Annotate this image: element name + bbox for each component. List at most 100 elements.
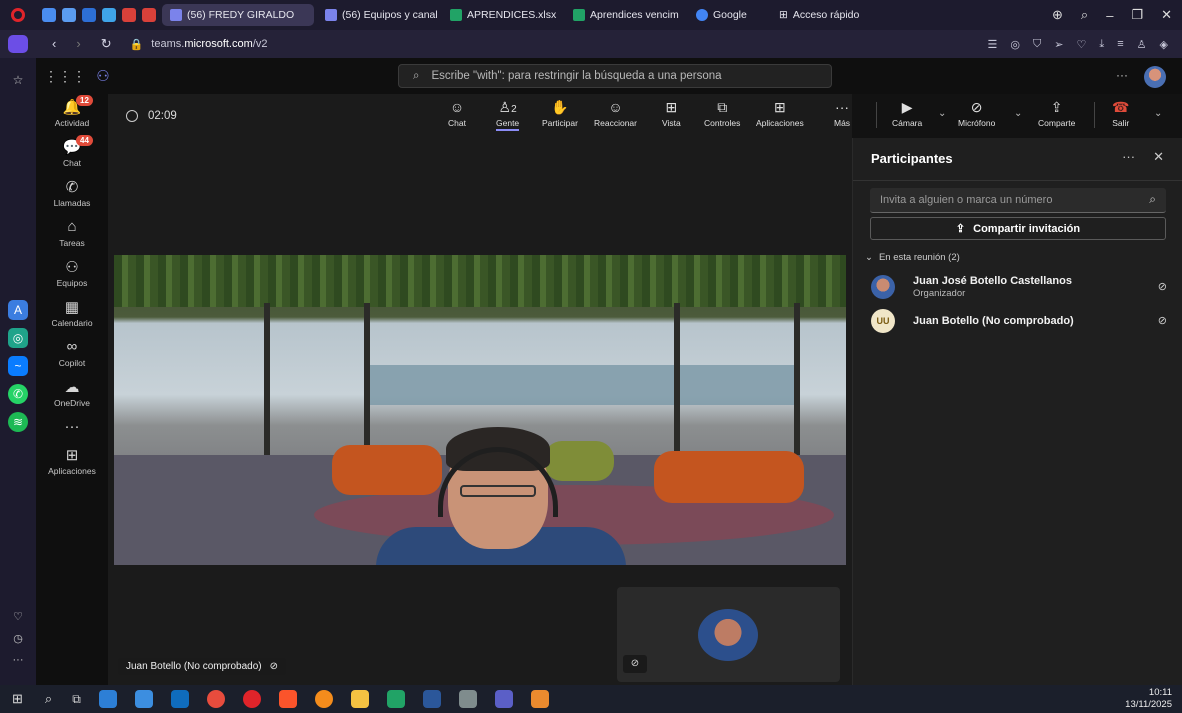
browser-tab[interactable]: (56) Equipos y canal bbox=[317, 4, 439, 26]
spotify-icon[interactable]: ≋ bbox=[8, 412, 28, 432]
share-invite-button[interactable]: ⇪ Compartir invitación bbox=[870, 217, 1166, 240]
account-icon[interactable]: ♙ bbox=[1137, 38, 1147, 51]
new-tab-icon[interactable]: ⊕ bbox=[1052, 7, 1063, 23]
apps-button[interactable]: ⊞ Aplicaciones bbox=[756, 99, 804, 128]
rail-item-calls[interactable]: ✆ Llamadas bbox=[36, 178, 108, 208]
url-field[interactable]: 🔒 teams.microsoft.com/v2 bbox=[130, 38, 268, 51]
chevron-down-icon[interactable]: ⌄ bbox=[1014, 108, 1022, 119]
heart-icon[interactable]: ♡ bbox=[13, 610, 23, 623]
raise-hand-button[interactable]: ✋ Participar bbox=[542, 99, 578, 128]
chevron-down-icon[interactable]: ⌄ bbox=[1154, 108, 1162, 119]
invite-input[interactable] bbox=[880, 194, 1140, 206]
download-icon[interactable]: ⤓ bbox=[1099, 38, 1104, 51]
rail-item-copilot[interactable]: ∞ Copilot bbox=[36, 338, 108, 368]
task-view-icon[interactable]: ⧉ bbox=[72, 692, 81, 707]
more-button[interactable]: ··· Más bbox=[834, 99, 850, 128]
browser-tab[interactable]: APRENDICES.xlsx bbox=[442, 4, 562, 26]
rail-item-tasks[interactable]: ⌂ Tareas bbox=[36, 218, 108, 248]
back-icon[interactable]: ‹ bbox=[52, 36, 56, 52]
quick-access-tab[interactable]: ⊞ Acceso rápido bbox=[771, 4, 881, 26]
browser-tab[interactable]: (56) FREDY GIRALDO bbox=[162, 4, 314, 26]
section-header[interactable]: ⌄ En esta reunión (2) bbox=[865, 252, 960, 263]
calculator-icon[interactable] bbox=[458, 690, 477, 708]
pinned-tab-icon[interactable] bbox=[102, 8, 116, 22]
pinned-tab-icon[interactable] bbox=[62, 8, 76, 22]
search-icon[interactable]: ⌕ bbox=[1149, 192, 1156, 207]
view-button[interactable]: ⊞ Vista bbox=[662, 99, 681, 128]
file-explorer-icon[interactable] bbox=[350, 690, 369, 708]
react-button[interactable]: ☺ Reaccionar bbox=[594, 99, 637, 128]
people-button[interactable]: ♙2 Gente bbox=[496, 99, 520, 131]
rail-item-activity[interactable]: 🔔 12 Actividad bbox=[36, 95, 108, 128]
outlook-icon[interactable] bbox=[170, 690, 189, 708]
avatar[interactable] bbox=[1144, 66, 1166, 88]
aria-icon[interactable]: A bbox=[8, 300, 28, 320]
reload-icon[interactable]: ↻ bbox=[101, 36, 112, 52]
rail-item-calendar[interactable]: ▦ Calendario bbox=[36, 298, 108, 328]
share-button[interactable]: ⇪ Comparte bbox=[1038, 99, 1075, 128]
messenger-icon[interactable]: ~ bbox=[8, 356, 28, 376]
rail-item-apps[interactable]: ⊞ Aplicaciones bbox=[36, 446, 108, 476]
gmail-icon[interactable] bbox=[122, 8, 136, 22]
minimize-icon[interactable]: – bbox=[1106, 8, 1113, 23]
word-icon[interactable] bbox=[422, 690, 441, 708]
browser-tab[interactable]: Google bbox=[688, 4, 768, 26]
brave-icon[interactable] bbox=[278, 690, 297, 708]
easy-setup-icon[interactable]: ☰ bbox=[988, 38, 998, 51]
edge-icon[interactable] bbox=[98, 690, 117, 708]
gmail-icon[interactable] bbox=[142, 8, 156, 22]
leave-button[interactable]: ☎ Salir bbox=[1112, 99, 1129, 128]
app-launcher-icon[interactable]: ⋮⋮⋮ bbox=[36, 68, 94, 85]
close-icon[interactable]: ✕ bbox=[1153, 149, 1164, 165]
heart-icon[interactable]: ♡ bbox=[1076, 38, 1086, 51]
excel-icon[interactable] bbox=[386, 690, 405, 708]
controls-button[interactable]: ⧉ Controles bbox=[704, 99, 740, 128]
send-icon[interactable]: ➢ bbox=[1054, 38, 1063, 51]
pinned-tab-icon[interactable] bbox=[42, 8, 56, 22]
more-options-icon[interactable]: ··· bbox=[1116, 68, 1128, 82]
chrome-icon[interactable] bbox=[206, 690, 225, 708]
firefox-icon[interactable] bbox=[314, 690, 333, 708]
self-view-tile[interactable]: ⊘ bbox=[617, 587, 840, 682]
participant-row[interactable]: UU Juan Botello (No comprobado) ⊘ bbox=[871, 306, 1171, 336]
search-tabs-icon[interactable]: ⌕ bbox=[1081, 7, 1088, 23]
close-window-icon[interactable]: ✕ bbox=[1161, 7, 1172, 23]
pinned-tab-icon[interactable] bbox=[82, 8, 96, 22]
rail-item-more[interactable]: ··· bbox=[36, 418, 108, 436]
meeting-stage: 02:09 ☺ Chat ♙2 Gente ✋ Participar ☺ Rea… bbox=[108, 94, 1162, 685]
chevron-down-icon[interactable]: ⌄ bbox=[938, 108, 946, 119]
rail-item-chat[interactable]: 💬 44 Chat bbox=[36, 135, 108, 168]
invite-field[interactable]: ⌕ bbox=[870, 188, 1166, 213]
opera-icon[interactable] bbox=[242, 690, 261, 708]
star-icon[interactable]: ☆ bbox=[8, 70, 28, 90]
participant-row[interactable]: Juan José Botello Castellanos Organizado… bbox=[871, 272, 1171, 302]
search-input[interactable]: ⌕ Escribe "with": para restringir la bús… bbox=[398, 64, 832, 88]
whatsapp-icon[interactable]: ✆ bbox=[8, 384, 28, 404]
shield-icon[interactable]: ⛉ bbox=[1033, 38, 1041, 51]
timer-value: 02:09 bbox=[148, 110, 177, 122]
chatgpt-icon[interactable]: ◎ bbox=[8, 328, 28, 348]
speaker-video[interactable] bbox=[114, 255, 846, 565]
rail-item-onedrive[interactable]: ☁ OneDrive bbox=[36, 378, 108, 408]
mic-button[interactable]: ⊘ Micrófono bbox=[958, 99, 995, 128]
extension-icon[interactable]: ◈ bbox=[1160, 38, 1168, 51]
system-clock[interactable]: 10:11 13/11/2025 bbox=[1125, 687, 1172, 711]
app-icon[interactable] bbox=[530, 690, 549, 708]
more-options-icon[interactable]: ··· bbox=[1122, 149, 1135, 165]
chat-button[interactable]: ☺ Chat bbox=[448, 99, 466, 128]
workspace-icon[interactable] bbox=[0, 30, 36, 58]
opera-logo-icon[interactable] bbox=[0, 0, 36, 30]
camera-button[interactable]: ▶ Cámara bbox=[892, 99, 922, 128]
search-icon[interactable]: ⌕ bbox=[45, 691, 52, 707]
teams-icon[interactable] bbox=[494, 690, 513, 708]
camera-snapshot-icon[interactable]: ◎ bbox=[1010, 38, 1020, 51]
forward-icon[interactable]: › bbox=[76, 36, 80, 52]
windows-start-icon[interactable]: ⊞ bbox=[12, 691, 23, 707]
history-icon[interactable]: ◷ bbox=[13, 632, 23, 645]
more-icon[interactable]: ··· bbox=[13, 654, 24, 666]
browser-tab[interactable]: Aprendices vencim bbox=[565, 4, 685, 26]
store-icon[interactable] bbox=[134, 690, 153, 708]
restore-icon[interactable]: ❐ bbox=[1131, 7, 1143, 23]
menu-icon[interactable]: ≡ bbox=[1117, 38, 1123, 51]
rail-item-teams[interactable]: ⚇ Equipos bbox=[36, 258, 108, 288]
